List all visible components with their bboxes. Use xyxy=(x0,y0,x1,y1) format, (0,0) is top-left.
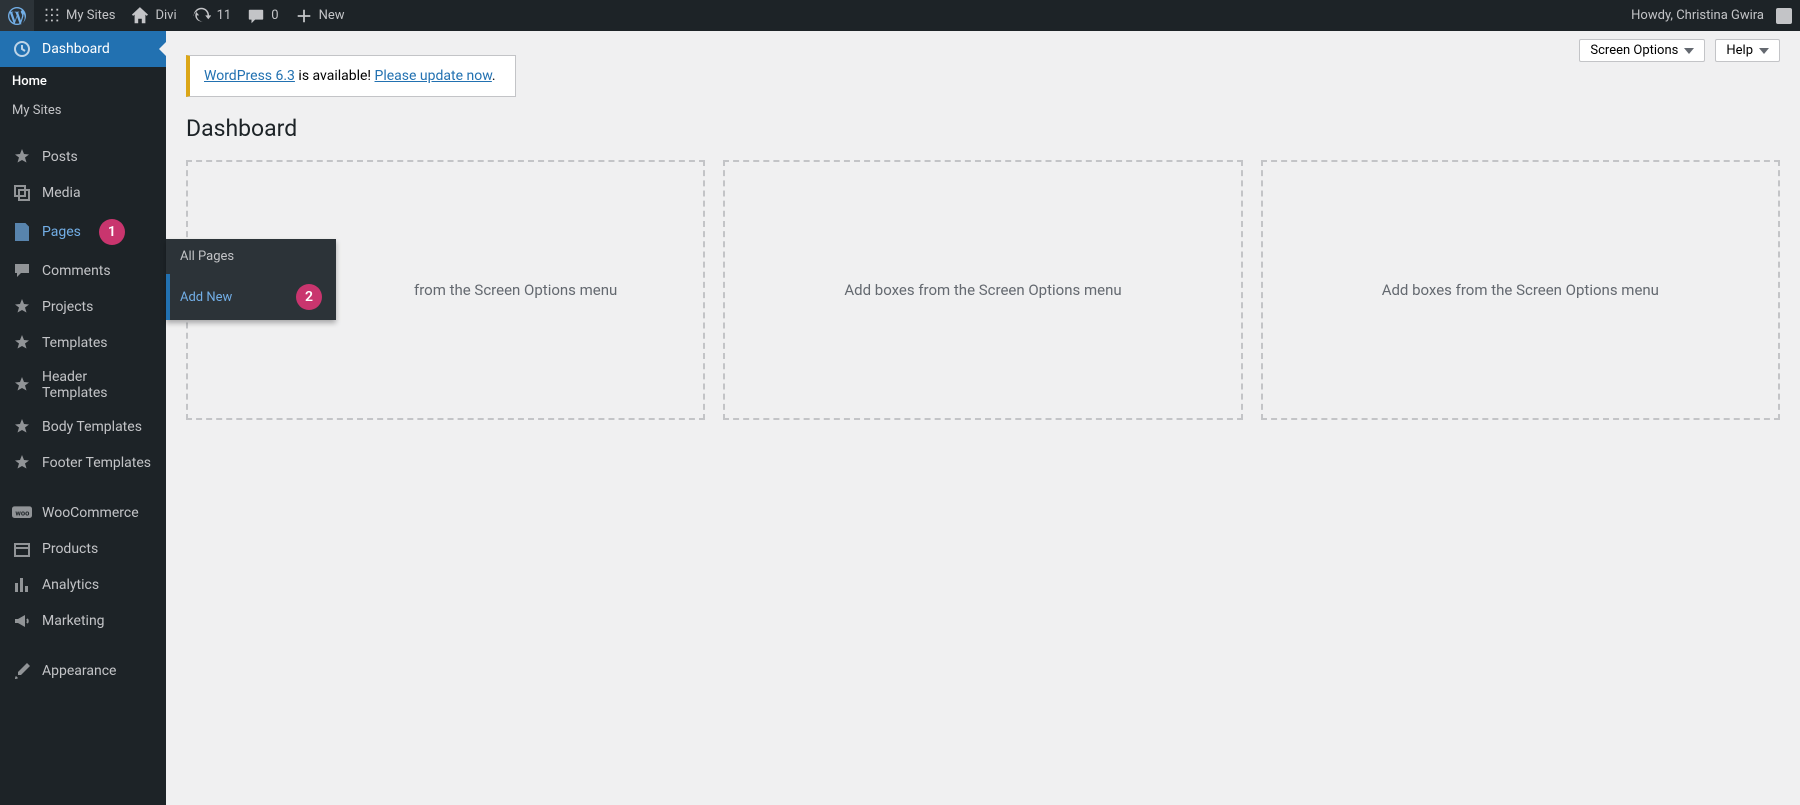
main-content: Screen Options Help WordPress 6.3 is ava… xyxy=(166,31,1800,805)
home-icon xyxy=(131,7,149,25)
notice-update-link[interactable]: Please update now xyxy=(375,68,492,84)
dashboard-box-2: Add boxes from the Screen Options menu xyxy=(723,160,1242,420)
pin-icon xyxy=(12,147,32,167)
sidebar-item-label: Header Templates xyxy=(42,369,154,401)
sidebar-item-analytics[interactable]: Analytics xyxy=(0,567,166,603)
screen-options-label: Screen Options xyxy=(1590,43,1678,58)
annotation-badge-1: 1 xyxy=(99,219,125,245)
update-notice: WordPress 6.3 is available! Please updat… xyxy=(186,55,516,97)
toolbar-account[interactable]: Howdy, Christina Gwira xyxy=(1623,0,1800,31)
screen-meta: Screen Options Help xyxy=(1579,39,1780,62)
notice-wp-link[interactable]: WordPress 6.3 xyxy=(204,68,295,84)
help-label: Help xyxy=(1726,43,1753,58)
sidebar-item-label: Analytics xyxy=(42,577,99,593)
sidebar-dashboard-label: Dashboard xyxy=(42,41,110,57)
sidebar-item-label: Posts xyxy=(42,149,78,165)
sidebar-item-label: WooCommerce xyxy=(42,505,139,521)
annotation-badge-2: 2 xyxy=(296,284,322,310)
sidebar-dashboard[interactable]: Dashboard xyxy=(0,31,166,67)
wp-logo[interactable] xyxy=(0,0,34,31)
plus-icon xyxy=(295,7,313,25)
brush-icon xyxy=(12,661,32,681)
sidebar-item-header-templates[interactable]: Header Templates xyxy=(0,361,166,409)
sidebar-item-templates[interactable]: Templates xyxy=(0,325,166,361)
sidebar-item-label: Projects xyxy=(42,299,93,315)
flyout-add-new[interactable]: Add New 2 xyxy=(166,274,336,320)
sidebar-item-appearance[interactable]: Appearance xyxy=(0,653,166,689)
dashboard-icon xyxy=(12,39,32,59)
toolbar-comments[interactable]: 0 xyxy=(239,0,286,31)
products-icon xyxy=(12,539,32,559)
sidebar-item-label: Footer Templates xyxy=(42,455,151,471)
toolbar-my-sites-label: My Sites xyxy=(66,8,115,23)
sidebar-item-label: Marketing xyxy=(42,613,105,629)
chevron-down-icon xyxy=(1759,48,1769,54)
sites-icon xyxy=(42,7,60,25)
sidebar-item-media[interactable]: Media xyxy=(0,175,166,211)
toolbar-site-name-label: Divi xyxy=(155,8,176,23)
screen-options-button[interactable]: Screen Options xyxy=(1579,39,1705,62)
sidebar-item-comments[interactable]: Comments xyxy=(0,253,166,289)
dashboard-widgets: from the Screen Options menu Add boxes f… xyxy=(186,160,1780,420)
toolbar-site-name[interactable]: Divi xyxy=(123,0,184,31)
chart-icon xyxy=(12,575,32,595)
pin-icon xyxy=(12,333,32,353)
admin-toolbar: My Sites Divi 11 0 New Howdy, Christina … xyxy=(0,0,1800,31)
admin-sidebar: Dashboard Home My Sites Posts Media Pages 1… xyxy=(0,31,166,805)
pin-icon xyxy=(12,297,32,317)
sidebar-item-pages[interactable]: Pages 1 xyxy=(0,211,166,253)
sidebar-item-label: Products xyxy=(42,541,98,557)
media-icon xyxy=(12,183,32,203)
sidebar-item-label: Media xyxy=(42,185,81,201)
sidebar-item-label: Pages xyxy=(42,224,81,240)
page-title: Dashboard xyxy=(186,115,1780,142)
pin-icon xyxy=(12,417,32,437)
page-icon xyxy=(12,222,32,242)
sidebar-sub-my-sites[interactable]: My Sites xyxy=(0,96,166,125)
toolbar-updates[interactable]: 11 xyxy=(185,0,240,31)
toolbar-my-sites[interactable]: My Sites xyxy=(34,0,123,31)
toolbar-new[interactable]: New xyxy=(287,0,353,31)
sidebar-item-woocommerce[interactable]: woo WooCommerce xyxy=(0,495,166,531)
sidebar-item-body-templates[interactable]: Body Templates xyxy=(0,409,166,445)
flyout-all-pages-label: All Pages xyxy=(180,249,234,264)
dashboard-box-3: Add boxes from the Screen Options menu xyxy=(1261,160,1780,420)
sidebar-item-label: Templates xyxy=(42,335,108,351)
toolbar-left: My Sites Divi 11 0 New xyxy=(0,0,353,31)
woo-icon: woo xyxy=(12,503,32,523)
toolbar-howdy-label: Howdy, Christina Gwira xyxy=(1631,8,1764,23)
megaphone-icon xyxy=(12,611,32,631)
pin-icon xyxy=(12,375,32,395)
flyout-add-new-label: Add New xyxy=(180,290,232,305)
sidebar-item-posts[interactable]: Posts xyxy=(0,139,166,175)
box-text: Add boxes from the Screen Options menu xyxy=(844,281,1121,299)
update-icon xyxy=(193,7,211,25)
comment-icon xyxy=(12,261,32,281)
wordpress-icon xyxy=(8,7,26,25)
help-button[interactable]: Help xyxy=(1715,39,1780,62)
flyout-all-pages[interactable]: All Pages xyxy=(166,239,336,274)
svg-text:woo: woo xyxy=(15,509,29,518)
toolbar-comments-count: 0 xyxy=(271,8,278,23)
sidebar-item-products[interactable]: Products xyxy=(0,531,166,567)
pages-flyout: All Pages Add New 2 xyxy=(166,239,336,320)
sidebar-item-footer-templates[interactable]: Footer Templates xyxy=(0,445,166,481)
comment-icon xyxy=(247,7,265,25)
notice-dot: . xyxy=(492,68,496,84)
sidebar-item-label: Body Templates xyxy=(42,419,142,435)
sidebar-item-projects[interactable]: Projects xyxy=(0,289,166,325)
sidebar-item-marketing[interactable]: Marketing xyxy=(0,603,166,639)
toolbar-right: Howdy, Christina Gwira xyxy=(1623,0,1800,31)
sidebar-item-label: Appearance xyxy=(42,663,116,679)
toolbar-new-label: New xyxy=(319,8,345,23)
box-text: Add boxes from the Screen Options menu xyxy=(1382,281,1659,299)
pin-icon xyxy=(12,453,32,473)
avatar xyxy=(1776,8,1792,24)
toolbar-updates-count: 11 xyxy=(217,8,232,23)
notice-mid-text: is available! xyxy=(295,68,375,84)
chevron-down-icon xyxy=(1684,48,1694,54)
sidebar-item-label: Comments xyxy=(42,263,111,279)
sidebar-sub-home[interactable]: Home xyxy=(0,67,166,96)
